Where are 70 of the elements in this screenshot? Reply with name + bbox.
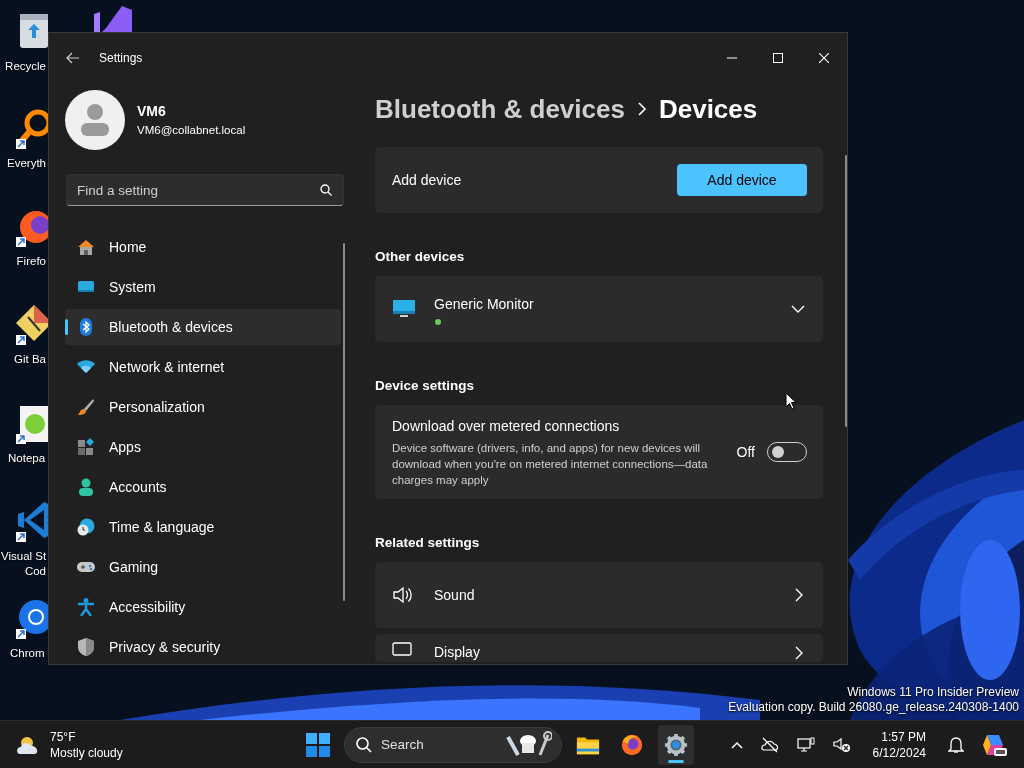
setting-description: Device software (drivers, info, and apps) for new devices will download when you're on metered internet connections—data charges may apply (392, 441, 709, 488)
shield-icon (77, 638, 95, 656)
maximize-icon (773, 53, 783, 63)
accessibility-icon (77, 598, 95, 616)
nav-item[interactable]: Privacy & security (65, 629, 341, 664)
icon-label: Visual St (1, 549, 47, 563)
settings-link[interactable]: Sound (375, 562, 823, 628)
monitor-icon (392, 299, 416, 319)
taskbar-search-field[interactable]: Search (344, 726, 562, 763)
settings-link[interactable]: Display (375, 634, 823, 662)
gear-icon (664, 731, 688, 758)
brush-icon (77, 398, 95, 416)
utensils-icon (504, 730, 552, 759)
nav-item[interactable]: Personalization (65, 389, 341, 425)
search-icon (356, 736, 372, 753)
nav-item[interactable]: Home (65, 229, 341, 265)
window-title: Settings (99, 50, 143, 67)
nav-item[interactable]: Apps (65, 429, 341, 465)
nav-item[interactable]: Gaming (65, 549, 341, 585)
nav-item[interactable]: Time & language (65, 509, 341, 545)
chevron-right-icon (795, 588, 803, 602)
chevron-down-icon (791, 305, 805, 313)
setting-label: Download over metered connections (392, 417, 621, 436)
back-arrow-icon (66, 52, 80, 64)
section-heading: Device settings (375, 377, 476, 395)
temperature: 75°F (50, 728, 77, 745)
avatar (65, 90, 125, 150)
page-title: Devices (658, 92, 758, 126)
section-heading: Other devices (375, 248, 466, 266)
icon-label: Everyth (7, 156, 46, 170)
close-icon (819, 53, 829, 63)
icon-label: Firefo (16, 254, 46, 268)
speaker-icon (392, 585, 412, 605)
section-heading: Related settings (375, 534, 481, 552)
setting-label: Add device (392, 170, 462, 190)
user-name: VM6 (137, 101, 167, 121)
chevron-right-icon (795, 646, 803, 660)
breadcrumb-link[interactable]: Bluetooth & devices (375, 89, 625, 129)
cursor-icon (785, 392, 797, 410)
toggle-state: Off (736, 442, 755, 462)
settings-search-field[interactable]: Find a setting (66, 174, 344, 206)
person-icon (77, 478, 95, 496)
user-email: VM6@collabnet.local (137, 122, 246, 138)
icon-label: Notepa (8, 451, 46, 465)
nav-item[interactable]: Network & internet (65, 349, 341, 385)
nav-item[interactable]: System (65, 269, 341, 305)
house-icon (77, 238, 95, 256)
device-name: Generic Monitor (434, 294, 534, 314)
nav-item[interactable]: Accessibility (65, 589, 341, 625)
globe-clock-icon (77, 518, 95, 536)
icon-label: Chrom (10, 646, 45, 660)
build-info-text: Windows 11 Pro Insider Preview (846, 685, 1019, 700)
wifi-icon (77, 358, 95, 376)
device-card[interactable]: Generic Monitor (375, 276, 823, 342)
icon-label: Git Ba (14, 352, 46, 366)
weather-condition: Mostly cloudy (50, 744, 123, 761)
search-icon (320, 184, 332, 196)
icon-label: Recycle (5, 59, 46, 73)
bluetooth-icon (77, 318, 95, 336)
apps-icon (77, 438, 95, 456)
nav-item[interactable]: Accounts (65, 469, 341, 505)
taskbar-app-button[interactable] (658, 724, 694, 765)
scrollbar[interactable] (343, 243, 345, 601)
icon-label: Cod (24, 564, 46, 578)
selection-indicator (65, 319, 68, 335)
scrollbar[interactable] (845, 155, 847, 427)
clock[interactable]: 1:57 PM 6/12/2024 (866, 724, 932, 765)
chevron-icon (636, 102, 647, 116)
nav-item[interactable]: Bluetooth & devices (65, 309, 341, 345)
add-device-button[interactable]: Add device (677, 164, 807, 196)
